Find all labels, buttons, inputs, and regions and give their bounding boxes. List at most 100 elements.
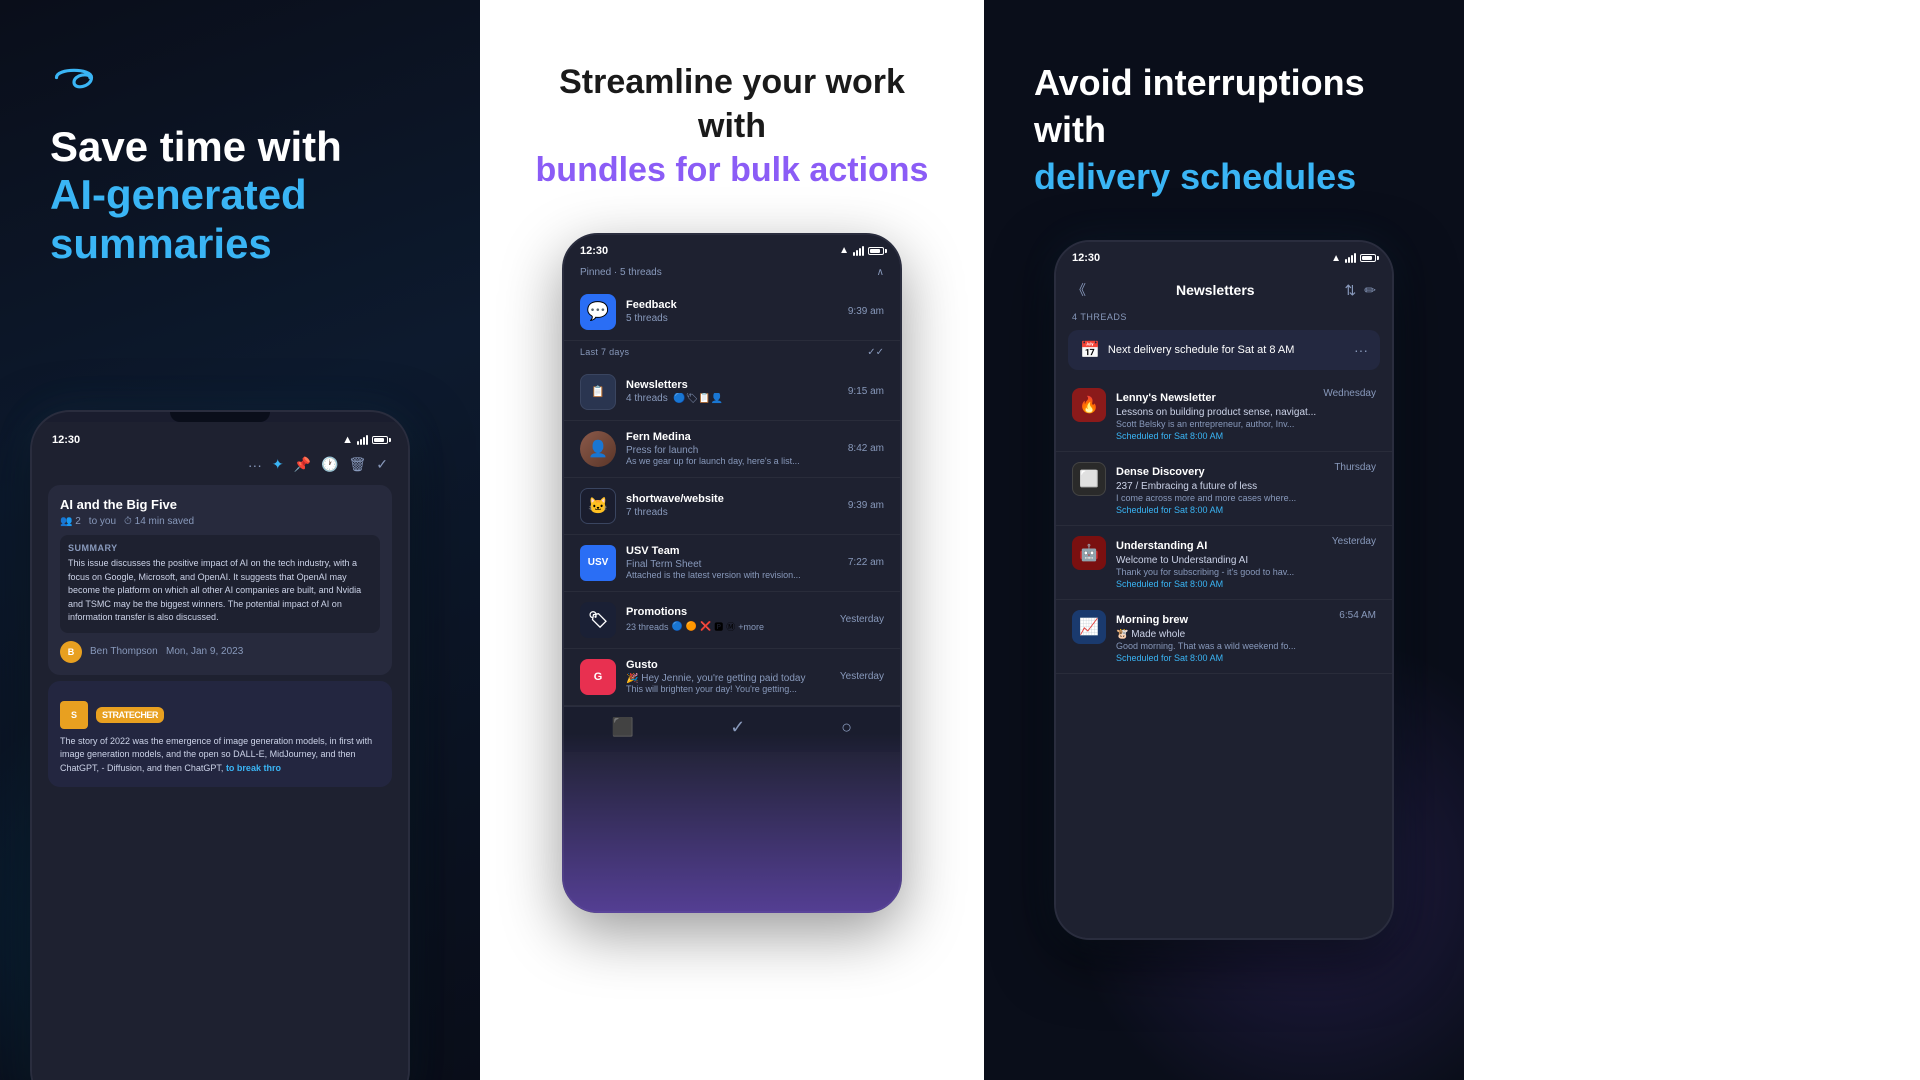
- brew-time: 6:54 AM: [1339, 610, 1376, 621]
- promotions-count: 23 threads: [626, 622, 669, 632]
- status-bar-2: 12:30 ▲: [564, 235, 900, 261]
- panel3-title: Avoid interruptions with delivery schedu…: [1034, 60, 1414, 200]
- status-icons-1: ▲: [342, 434, 388, 446]
- panel3-heading: Avoid interruptions with delivery schedu…: [1034, 60, 1414, 240]
- status-bar-1: 12:30 ▲: [40, 430, 400, 450]
- phone-time-2: 12:30: [580, 245, 608, 257]
- phone3-screen: 12:30 ▲ 《 Newsletter: [1056, 242, 1392, 938]
- lenny-name: Lenny's Newsletter: [1116, 392, 1216, 404]
- panel1-title-line1: Save time with: [50, 123, 430, 171]
- understanding-avatar: 🤖: [1072, 536, 1106, 570]
- github-time: 9:39 am: [848, 500, 884, 511]
- trash-icon: 🗑: [348, 456, 366, 473]
- back-icon[interactable]: 《: [1072, 280, 1086, 300]
- thread-item-usv[interactable]: USV USV Team Final Term Sheet Attached i…: [564, 535, 900, 592]
- delivery-more-icon[interactable]: ···: [1354, 342, 1368, 358]
- newsletters-avatar: 📋: [580, 374, 616, 410]
- newsletters-sub: 4 threads 🔵🏷📋👤: [626, 393, 840, 404]
- clock-icon: 🕐: [321, 456, 338, 473]
- brew-avatar: 📈: [1072, 610, 1106, 644]
- nl-item-understanding[interactable]: 🤖 Understanding AI Yesterday Welcome to …: [1056, 526, 1392, 600]
- lenny-time: Wednesday: [1323, 388, 1376, 399]
- thread-item-newsletters[interactable]: 📋 Newsletters 4 threads 🔵🏷📋👤 9:15 am: [564, 364, 900, 421]
- feedback-time: 9:39 am: [848, 306, 884, 317]
- feedback-info: Feedback 5 threads: [626, 299, 840, 324]
- dense-preview: I come across more and more cases where.…: [1116, 493, 1376, 503]
- pin-icon: 📌: [294, 456, 311, 473]
- email-card-1: AI and the Big Five 👥 2 to you ⏱ 14 min …: [48, 485, 392, 675]
- github-avatar: 🐱: [580, 488, 616, 524]
- panel-bundles: Streamline your work with bundles for bu…: [492, 0, 972, 1080]
- nl-item-dense[interactable]: ⬜ Dense Discovery Thursday 237 / Embraci…: [1056, 452, 1392, 526]
- thread-item-github[interactable]: 🐱 shortwave/website 7 threads 9:39 am: [564, 478, 900, 535]
- email-sender: B Ben Thompson Mon, Jan 9, 2023: [60, 641, 380, 663]
- thread-item-gusto[interactable]: G Gusto 🎉 Hey Jennie, you're getting pai…: [564, 649, 900, 706]
- usv-sub: Final Term Sheet: [626, 559, 840, 570]
- thread-item-fern[interactable]: 👤 Fern Medina Press for launch As we gea…: [564, 421, 900, 478]
- email-card-2: S STRATECHER The story of 2022 was the e…: [48, 681, 392, 788]
- phone-time-3: 12:30: [1072, 252, 1100, 264]
- pinned-header: Pinned · 5 threads ∧: [564, 261, 900, 284]
- github-info: shortwave/website 7 threads: [626, 493, 840, 518]
- delivery-schedule-icon: 📅: [1080, 340, 1100, 360]
- promotions-tags: 23 threads 🔵 🟠 ❌ 🅿 Ⓜ +more: [626, 620, 832, 633]
- divider-2: [972, 0, 984, 1080]
- phone-mockup-1: 12:30 ▲ ··· ✦ 📌: [30, 410, 410, 1080]
- sort-icon[interactable]: ⇅: [1345, 282, 1357, 299]
- brew-subject: 🐮 Made whole: [1116, 629, 1376, 640]
- stratechery-label: STRATECHER: [96, 707, 164, 723]
- delivery-banner[interactable]: 📅 Next delivery schedule for Sat at 8 AM…: [1068, 330, 1380, 370]
- feedback-avatar: 💬: [580, 294, 616, 330]
- promotions-avatar: 🏷: [580, 602, 616, 638]
- feedback-sub: 5 threads: [626, 313, 840, 324]
- dense-info: Dense Discovery Thursday 237 / Embracing…: [1116, 462, 1376, 515]
- email-body-preview: The story of 2022 was the emergence of i…: [60, 735, 380, 776]
- panel2-heading: Streamline your work with bundles for bu…: [492, 60, 972, 193]
- circle-nav-icon[interactable]: ○: [841, 717, 852, 738]
- thread-item-feedback[interactable]: 💬 Feedback 5 threads 9:39 am: [564, 284, 900, 341]
- gusto-sub: 🎉 Hey Jennie, you're getting paid today: [626, 673, 832, 684]
- battery-icon-3: [1360, 254, 1376, 262]
- lenny-info: Lenny's Newsletter Wednesday Lessons on …: [1116, 388, 1376, 441]
- stratechery-avatar: S: [60, 701, 88, 729]
- shortwave-logo-icon: [50, 60, 98, 95]
- inbox-nav-icon[interactable]: ⬛: [612, 717, 634, 738]
- nl-item-lenny[interactable]: 🔥 Lenny's Newsletter Wednesday Lessons o…: [1056, 378, 1392, 452]
- understanding-scheduled: Scheduled for Sat 8:00 AM: [1116, 579, 1376, 589]
- battery-icon: [372, 436, 388, 444]
- understanding-name: Understanding AI: [1116, 540, 1207, 552]
- gusto-preview: This will brighten your day! You're gett…: [626, 684, 832, 694]
- thread-item-promotions[interactable]: 🏷 Promotions 23 threads 🔵 🟠 ❌ 🅿 Ⓜ +more: [564, 592, 900, 649]
- check-nav-icon[interactable]: ✓: [730, 717, 745, 738]
- dense-name: Dense Discovery: [1116, 466, 1205, 478]
- understanding-subject: Welcome to Understanding AI: [1116, 555, 1376, 566]
- lenny-preview: Scott Belsky is an entrepreneur, author,…: [1116, 419, 1376, 429]
- panel3-title-normal: Avoid interruptions with: [1034, 62, 1365, 150]
- panel1-title-line3: summaries: [50, 220, 430, 268]
- summary-box: SUMMARY This issue discusses the positiv…: [60, 535, 380, 633]
- panel1-title-line2: AI-generated: [50, 171, 430, 219]
- nl-item-brew[interactable]: 📈 Morning brew 6:54 AM 🐮 Made whole Good…: [1056, 600, 1392, 674]
- dense-scheduled: Scheduled for Sat 8:00 AM: [1116, 505, 1376, 515]
- newsletters-info: Newsletters 4 threads 🔵🏷📋👤: [626, 379, 840, 404]
- phone-mockup-3: 12:30 ▲ 《 Newsletter: [1054, 240, 1394, 940]
- pinned-label: Pinned · 5 threads: [580, 267, 662, 278]
- signal-icon-3: [1345, 253, 1356, 263]
- stratechery-sender: S STRATECHER: [60, 701, 380, 729]
- checkmark-icon: ✓: [376, 456, 388, 473]
- fern-info: Fern Medina Press for launch As we gear …: [626, 431, 840, 466]
- status-icons-3: ▲: [1331, 252, 1376, 264]
- phone-notch: [170, 412, 270, 422]
- phone2-screen: 12:30 ▲ Pinned · 5 threads: [564, 235, 900, 911]
- phone-time-1: 12:30: [52, 434, 80, 446]
- usv-name: USV Team: [626, 545, 840, 557]
- brew-scheduled: Scheduled for Sat 8:00 AM: [1116, 653, 1376, 663]
- email-subject-1: AI and the Big Five: [60, 497, 380, 512]
- usv-preview: Attached is the latest version with revi…: [626, 570, 840, 580]
- status-bar-3: 12:30 ▲: [1056, 242, 1392, 268]
- delivery-text: Next delivery schedule for Sat at 8 AM: [1108, 344, 1346, 356]
- edit-icon[interactable]: ✏: [1364, 282, 1376, 299]
- panel2-title-accent: bundles for bulk actions: [536, 151, 929, 189]
- understanding-info: Understanding AI Yesterday Welcome to Un…: [1116, 536, 1376, 589]
- lenny-subject: Lessons on building product sense, navig…: [1116, 407, 1376, 418]
